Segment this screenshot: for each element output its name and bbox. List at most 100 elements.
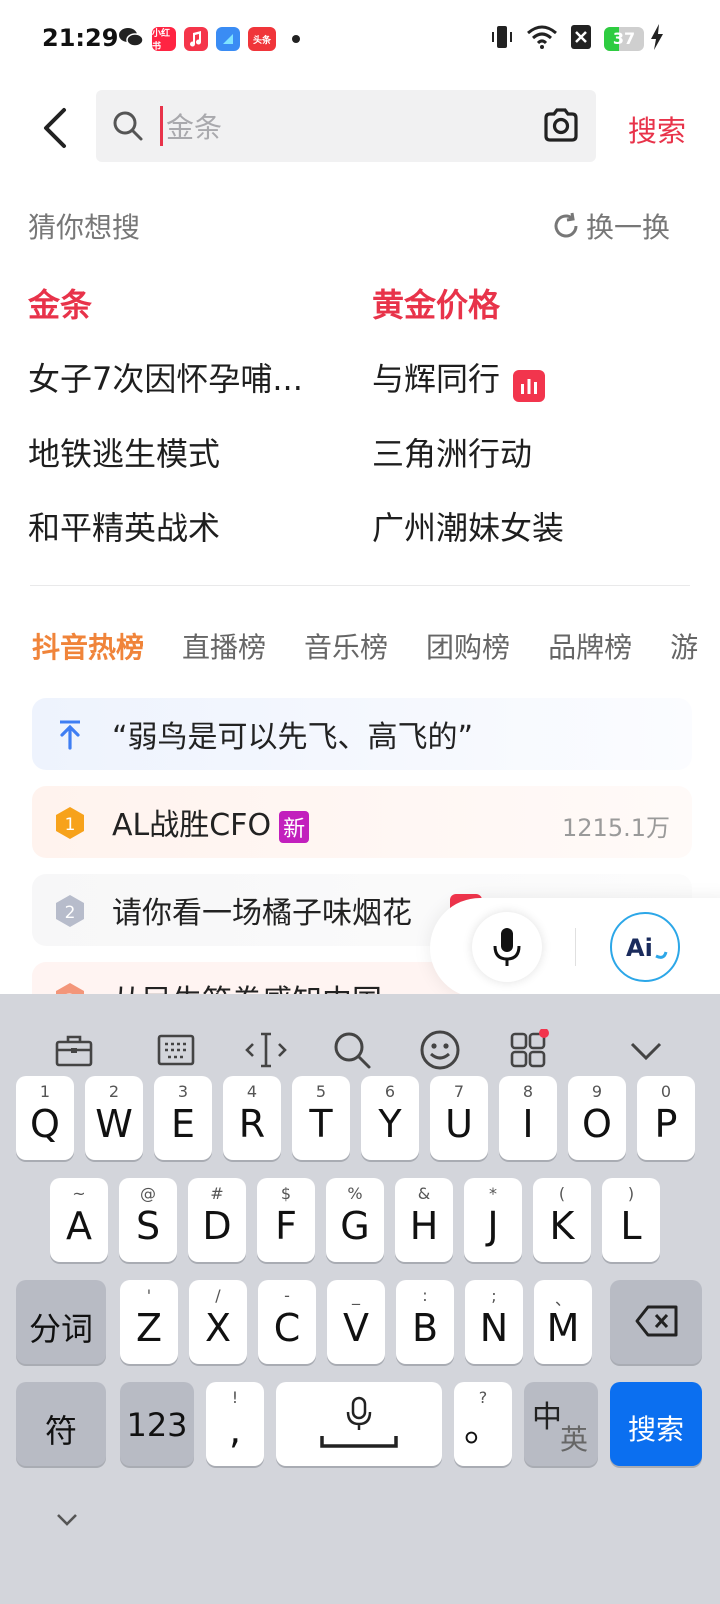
key-y[interactable]: 6Y <box>361 1076 419 1160</box>
key-c[interactable]: -C <box>258 1280 316 1364</box>
pinned-hot-item[interactable]: “弱鸟是可以先飞、高飞的” <box>32 698 692 770</box>
battery-indicator: 37 <box>604 27 644 51</box>
segment-key[interactable]: 分词 <box>16 1280 106 1364</box>
back-button[interactable] <box>30 100 78 156</box>
key-d[interactable]: # D <box>188 1178 246 1262</box>
language-switch-key[interactable]: 中 英 <box>524 1382 598 1466</box>
search-box[interactable] <box>96 90 596 162</box>
key-j[interactable]: * J <box>464 1178 522 1262</box>
key-i[interactable]: 8I <box>499 1076 557 1160</box>
chevron-left-icon <box>44 108 66 148</box>
cursor-icon <box>245 1032 287 1068</box>
key-a[interactable]: ~ A <box>50 1178 108 1262</box>
symbol-key[interactable]: 符 <box>16 1382 106 1466</box>
comma-key[interactable]: ! , <box>206 1382 264 1466</box>
key-label: 123 <box>126 1406 188 1444</box>
backspace-key[interactable] <box>610 1280 702 1364</box>
suggestion-item[interactable]: 女子7次因怀孕哺... <box>28 354 303 400</box>
key-main: , <box>228 1408 242 1452</box>
key-k[interactable]: (K <box>533 1178 591 1262</box>
cursor-move-button[interactable] <box>236 1020 296 1080</box>
feishu-icon <box>216 27 240 51</box>
wechat-icon <box>118 26 144 52</box>
hot-list-item[interactable]: 1 AL战胜CFO 新 1215.1万 <box>32 786 692 858</box>
tab-brand[interactable]: 品牌榜 <box>548 626 632 666</box>
keyboard-search-key[interactable]: 搜索 <box>610 1382 702 1466</box>
suggestion-item[interactable]: 广州潮妹女装 <box>372 503 564 549</box>
key-r[interactable]: 4R <box>223 1076 281 1160</box>
search-button[interactable]: 搜索 <box>628 108 686 150</box>
key-l[interactable]: ) L <box>602 1178 660 1262</box>
key-v[interactable]: _ V <box>327 1280 385 1364</box>
key-x[interactable]: / X <box>189 1280 247 1364</box>
microphone-icon <box>493 928 521 966</box>
key-main: L <box>620 1204 642 1248</box>
key-main: V <box>343 1306 369 1350</box>
status-right: 37 <box>490 24 664 54</box>
key-f[interactable]: $ F <box>257 1178 315 1262</box>
key-alt: 9 <box>591 1082 603 1101</box>
suggestion-item[interactable]: 三角洲行动 <box>372 429 532 475</box>
tab-music[interactable]: 音乐榜 <box>304 626 388 666</box>
chevron-down-icon <box>57 1514 77 1526</box>
ranking-tabs: 抖音热榜 直播榜 音乐榜 团购榜 品牌榜 游 <box>32 626 698 666</box>
suggestion-item-with-badge[interactable]: 与辉同行 <box>372 354 546 402</box>
key-p[interactable]: 0P <box>637 1076 695 1160</box>
key-main: C <box>273 1306 301 1350</box>
key-main: N <box>479 1306 509 1350</box>
suggestion-item[interactable]: 和平精英战术 <box>28 503 220 549</box>
key-m[interactable]: 、 M <box>534 1280 592 1364</box>
apps-grid-button[interactable] <box>500 1020 560 1080</box>
collapse-keyboard-button[interactable] <box>616 1020 676 1080</box>
key-o[interactable]: 9O <box>568 1076 626 1160</box>
lang-en: 英 <box>560 1423 589 1456</box>
keyboard-hide-button[interactable] <box>52 1510 82 1534</box>
key-main: I <box>522 1102 534 1146</box>
key-w[interactable]: 2W <box>85 1076 143 1160</box>
hot-item-title: 请你看一场橘子味烟花 <box>112 896 412 931</box>
pin-top-icon <box>54 718 86 752</box>
keyboard-search-button[interactable] <box>322 1020 382 1080</box>
search-input[interactable] <box>164 104 528 150</box>
ai-search-button[interactable]: Ai <box>610 912 680 982</box>
key-alt: 2 <box>108 1082 120 1101</box>
key-q[interactable]: 1Q <box>16 1076 74 1160</box>
key-h[interactable]: & H <box>395 1178 453 1262</box>
key-z[interactable]: ' Z <box>120 1280 178 1364</box>
key-main: E <box>170 1102 195 1146</box>
tab-douyin-hot[interactable]: 抖音热榜 <box>32 626 144 666</box>
keyboard-toolbox-button[interactable] <box>44 1020 104 1080</box>
refresh-button[interactable]: 换一换 <box>552 206 670 246</box>
key-main: A <box>66 1204 92 1248</box>
period-key[interactable]: ? 。 <box>454 1382 512 1466</box>
space-key[interactable] <box>276 1382 442 1466</box>
key-u[interactable]: 7U <box>430 1076 488 1160</box>
svg-text:2: 2 <box>65 903 76 923</box>
keyboard-layout-button[interactable] <box>146 1020 206 1080</box>
suggestion-item[interactable]: 金条 <box>28 280 92 326</box>
suggestion-item[interactable]: 地铁逃生模式 <box>28 429 220 475</box>
vibrate-icon <box>490 24 514 54</box>
emoji-button[interactable] <box>410 1020 470 1080</box>
camera-search-icon[interactable] <box>542 106 580 148</box>
tab-group-buy[interactable]: 团购榜 <box>426 626 510 666</box>
suggestion-item[interactable]: 黄金价格 <box>372 280 500 326</box>
key-e[interactable]: 3E <box>154 1076 212 1160</box>
key-alt: ; <box>491 1286 497 1305</box>
key-g[interactable]: % G <box>326 1178 384 1262</box>
key-b[interactable]: :B <box>396 1280 454 1364</box>
rank-2-badge: 2 <box>54 894 86 928</box>
key-alt: * <box>489 1184 497 1203</box>
key-t[interactable]: 5T <box>292 1076 350 1160</box>
section-divider <box>30 585 690 586</box>
number-key[interactable]: 123 <box>120 1382 194 1466</box>
tab-live[interactable]: 直播榜 <box>182 626 266 666</box>
svg-text:1: 1 <box>65 815 76 835</box>
key-main: D <box>202 1204 232 1248</box>
key-s[interactable]: @ S <box>119 1178 177 1262</box>
microphone-icon <box>320 1396 398 1448</box>
tab-game[interactable]: 游 <box>670 626 698 666</box>
chevron-down-icon <box>630 1042 662 1061</box>
key-n[interactable]: ; N <box>465 1280 523 1364</box>
voice-search-button[interactable] <box>472 912 542 982</box>
